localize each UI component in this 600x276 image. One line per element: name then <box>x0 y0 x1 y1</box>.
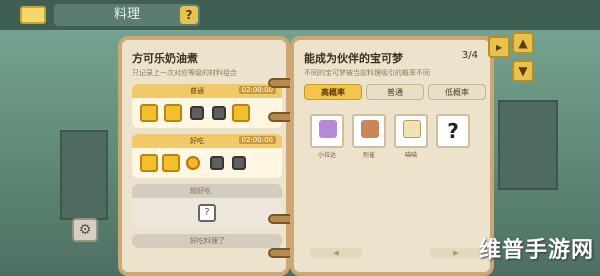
timer-badge: 02:00:00 <box>238 136 276 144</box>
tab-high-rate[interactable]: 高概率 <box>304 84 362 100</box>
pokemon-slot-rattata[interactable] <box>310 114 344 148</box>
honey-icon <box>140 104 158 122</box>
tab-low-rate[interactable]: 低概率 <box>428 84 486 100</box>
stone-icon <box>212 106 226 120</box>
recipe-book: 方可乐奶油煮 只记录上一次对应等级的材料组合 普通 02:00:00 好吃 02… <box>106 26 498 276</box>
recipe-subtitle: 只记录上一次对应等级的材料组合 <box>132 69 237 77</box>
rattata-sprite-icon <box>319 120 337 138</box>
card-label: 好吃料理了 <box>190 237 225 245</box>
honey-icon <box>232 104 250 122</box>
spearow-sprite-icon <box>361 120 379 138</box>
honey-icon <box>140 154 158 172</box>
bg-structure <box>60 130 108 220</box>
screen-title: 料理 <box>54 4 200 26</box>
apricorn-icon <box>186 156 200 170</box>
unknown-recipe-icon: ? <box>198 204 216 222</box>
pokemon-section-title: 能成为伙伴的宝可梦 <box>304 52 403 65</box>
prev-page-button[interactable]: ◀ <box>310 248 362 258</box>
left-page: 方可乐奶油煮 只记录上一次对应等级的材料组合 普通 02:00:00 好吃 02… <box>118 36 290 276</box>
help-button[interactable]: ? <box>180 6 198 24</box>
stone-icon <box>190 106 204 120</box>
side-menu-button[interactable]: ▸ <box>488 36 510 58</box>
scroll-down-button[interactable]: ▼ <box>512 60 534 82</box>
card-label: 普通 <box>190 87 204 95</box>
pokemon-slot-meowth[interactable] <box>394 114 428 148</box>
stone-icon <box>210 156 224 170</box>
bg-structure <box>498 100 558 190</box>
next-page-button[interactable]: ▶ <box>430 248 482 258</box>
meowth-sprite-icon <box>403 120 421 138</box>
honey-icon <box>164 104 182 122</box>
pokemon-name: 小拉达 <box>317 152 336 159</box>
recipe-card-tasty[interactable]: 好吃 02:00:00 <box>132 134 282 178</box>
pokemon-subtitle: 不同的宝可梦被当前料理吸引的概率不同 <box>304 69 430 77</box>
honey-icon <box>162 154 180 172</box>
pokemon-name: 喵喵 <box>404 152 417 159</box>
pokemon-slot-spearow[interactable] <box>352 114 386 148</box>
pokemon-name: 烈雀 <box>362 152 375 159</box>
recipe-card-more[interactable]: 好吃料理了 <box>132 234 282 248</box>
settings-gear-icon[interactable]: ⚙ <box>72 218 98 242</box>
recipe-title: 方可乐奶油煮 <box>132 52 198 65</box>
watermark-text: 维普手游网 <box>478 238 594 263</box>
tab-normal-rate[interactable]: 普通 <box>366 84 424 100</box>
unknown-pokemon-slot[interactable]: ? <box>436 114 470 148</box>
recipe-card-very-tasty[interactable]: 超好吃 ? <box>132 184 282 228</box>
right-page: 能成为伙伴的宝可梦 3/4 不同的宝可梦被当前料理吸引的概率不同 高概率 普通 … <box>290 36 494 276</box>
stone-icon <box>232 156 246 170</box>
pokemon-count: 3/4 <box>461 50 478 61</box>
card-label: 好吃 <box>190 137 204 145</box>
menu-button[interactable] <box>20 6 46 24</box>
recipe-card-normal[interactable]: 普通 02:00:00 <box>132 84 282 128</box>
card-label: 超好吃 <box>190 187 211 195</box>
scroll-up-button[interactable]: ▲ <box>512 32 534 54</box>
